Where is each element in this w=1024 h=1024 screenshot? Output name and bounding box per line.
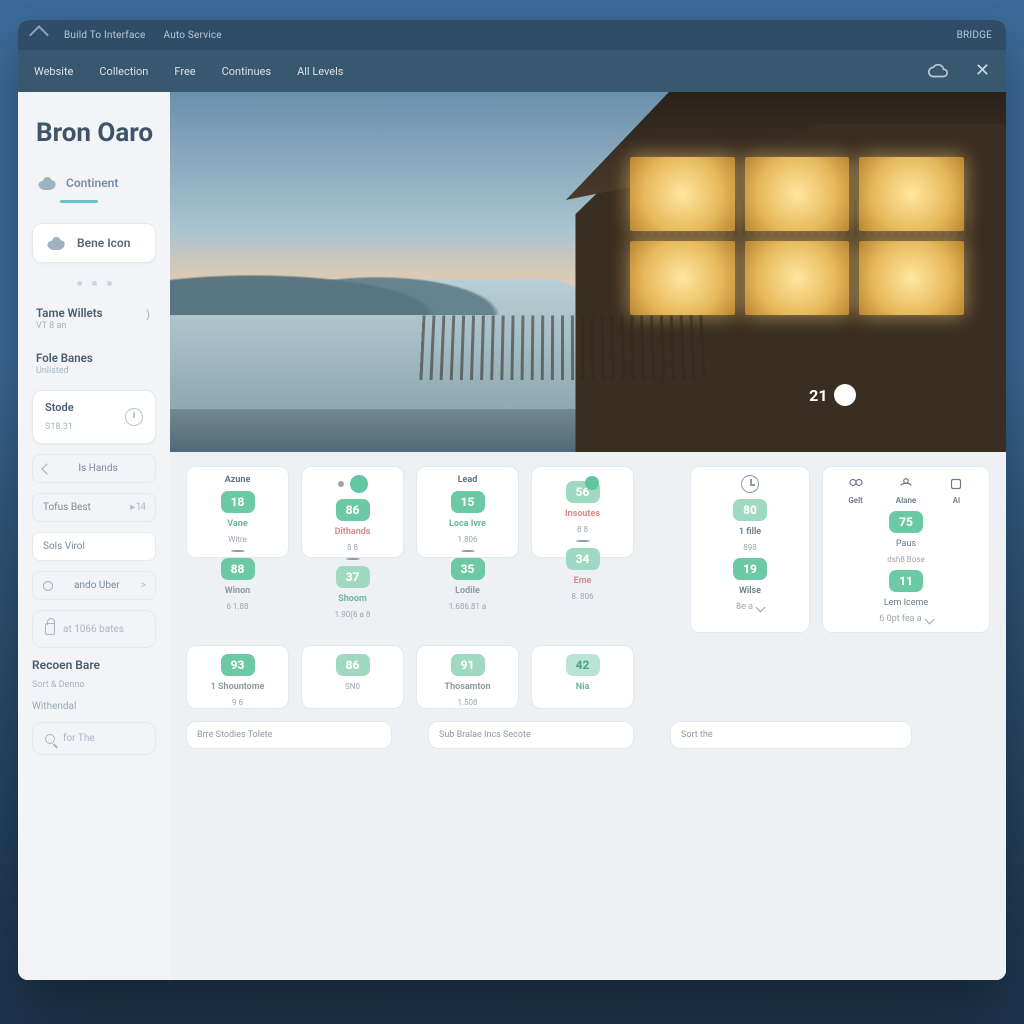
badge-e1: 80 bbox=[733, 499, 767, 521]
cloud-pill-icon bbox=[47, 236, 65, 250]
pager-dots bbox=[32, 281, 156, 286]
nav-item-free[interactable]: Free bbox=[174, 65, 195, 78]
breadcrumb-1[interactable]: Build To Interface bbox=[64, 30, 146, 41]
chevron-right-icon: ) bbox=[146, 308, 150, 321]
sidebar-sublabel: Withendal bbox=[32, 701, 156, 712]
sidebar-row-4[interactable]: ando Uber > bbox=[32, 571, 156, 600]
footer-search-3[interactable]: Sort the bbox=[670, 721, 912, 749]
sidebar-search[interactable]: for The bbox=[32, 722, 156, 755]
hero-badge-icon bbox=[834, 384, 856, 406]
card-e[interactable]: 80 1 fille 898 19 Wilse 8e a bbox=[690, 466, 810, 633]
icon-al[interactable]: Al bbox=[947, 475, 965, 505]
card-d[interactable]: 56 Insoutes 8 8 34 Eme 8. 806 bbox=[531, 466, 634, 558]
hero-badge: 21 bbox=[809, 384, 855, 406]
navbar: Website Collection Free Continues All Le… bbox=[18, 50, 1006, 92]
clock-icon bbox=[741, 475, 759, 493]
footer-search-2[interactable]: Sub Bralae Incs Secote bbox=[428, 721, 634, 749]
cloud-mini-icon bbox=[346, 558, 360, 560]
badge-d2: 34 bbox=[566, 548, 600, 570]
badge-f1: 75 bbox=[889, 511, 923, 533]
app-window: Build To Interface Auto Service BRIDGE W… bbox=[18, 20, 1006, 980]
card-c3[interactable]: 91 Thosamton 1.508 bbox=[416, 645, 519, 709]
nav-item-continues[interactable]: Continues bbox=[222, 65, 271, 78]
card-a[interactable]: Azune 18 Vane Witre 88 Winon 6 1.88 bbox=[186, 466, 289, 558]
cloud-small-icon bbox=[38, 176, 56, 190]
sidebar-locked-input[interactable]: at 1066 bates bbox=[32, 610, 156, 648]
sidebar-heading: Recoen Bare Sort & Denno bbox=[32, 658, 156, 691]
badge-e2: 19 bbox=[733, 558, 767, 580]
icon-alane[interactable]: Alane bbox=[896, 475, 917, 505]
sidebar-item-1[interactable]: Tame Willets VT 8 an ) bbox=[32, 300, 156, 335]
badge-a2: 88 bbox=[221, 558, 255, 580]
search-icon bbox=[45, 734, 55, 744]
card-c[interactable]: Lead 15 Loca Ivre 1.806 35 Lodile 1.686.… bbox=[416, 466, 519, 558]
card-f[interactable]: Gelt Alane Al 75 Paus dsh8 Bose 11 Lem I… bbox=[822, 466, 990, 633]
card-d3[interactable]: 42 Nia bbox=[531, 645, 634, 709]
chevron-left-icon bbox=[41, 463, 52, 474]
cloud-mini-icon2 bbox=[461, 550, 475, 552]
badge-c1: 15 bbox=[451, 491, 485, 513]
cloud-mini-icon3 bbox=[576, 540, 590, 542]
sidebar-row-2[interactable]: Tofus Best ▸ 14 bbox=[32, 493, 156, 522]
power-icon[interactable] bbox=[125, 408, 143, 426]
nav-item-all-levels[interactable]: All Levels bbox=[297, 65, 343, 78]
card-a3[interactable]: 93 1 Shountome 9 6 bbox=[186, 645, 289, 709]
lock-icon bbox=[45, 623, 55, 635]
close-icon[interactable]: ✕ bbox=[975, 62, 990, 80]
sidebar-row-3[interactable]: Sols Virol bbox=[32, 532, 156, 561]
content: Bron Oaro Continent Bene Icon Tame Wille… bbox=[18, 92, 1006, 980]
dashboard: Azune 18 Vane Witre 88 Winon 6 1.88 86 D… bbox=[170, 452, 1006, 980]
hero-badge-value: 21 bbox=[809, 386, 827, 405]
status-dot-icon bbox=[350, 475, 368, 493]
radio-icon bbox=[43, 581, 53, 591]
sidebar-pill-primary[interactable]: Bene Icon bbox=[32, 223, 156, 263]
titlebar-right-label: BRIDGE bbox=[957, 30, 992, 41]
sidebar: Bron Oaro Continent Bene Icon Tame Wille… bbox=[18, 92, 170, 980]
icon-gelt[interactable]: Gelt bbox=[847, 475, 865, 505]
sidebar-tab-label: Continent bbox=[66, 176, 118, 190]
card-b3[interactable]: 86 SN0 bbox=[301, 645, 404, 709]
footer-search-1[interactable]: Brre Stodies Tolete bbox=[186, 721, 392, 749]
nav-item-website[interactable]: Website bbox=[34, 65, 73, 78]
main: 21 Azune 18 Vane Witre 88 Winon bbox=[170, 92, 1006, 980]
badge-a1: 18 bbox=[221, 491, 255, 513]
badge-f2: 11 bbox=[889, 570, 923, 592]
badge-b2: 37 bbox=[336, 566, 370, 588]
sidebar-card-stode[interactable]: Stode S18.31 bbox=[32, 390, 156, 444]
sidebar-pill-label: Bene Icon bbox=[77, 236, 130, 250]
badge-c2: 35 bbox=[451, 558, 485, 580]
sidebar-item-2[interactable]: Fole Banes Unlisted bbox=[32, 345, 156, 380]
page-title: Bron Oaro bbox=[36, 118, 156, 148]
chevron-down-icon bbox=[231, 550, 245, 552]
cloud-icon[interactable] bbox=[927, 60, 949, 82]
sidebar-tab-continent[interactable]: Continent bbox=[32, 172, 156, 194]
titlebar: Build To Interface Auto Service BRIDGE bbox=[18, 20, 1006, 50]
sidebar-row-nav[interactable]: Is Hands bbox=[32, 454, 156, 483]
tab-underline bbox=[60, 200, 98, 203]
chevron-up-icon[interactable] bbox=[29, 25, 49, 45]
card-b[interactable]: 86 Dithands 8 8 37 Shoom 1.90(6 a 8 bbox=[301, 466, 404, 558]
nav-item-collection[interactable]: Collection bbox=[99, 65, 148, 78]
breadcrumb-2[interactable]: Auto Service bbox=[164, 30, 222, 41]
hero-image: 21 bbox=[170, 92, 1006, 452]
badge-b1: 86 bbox=[336, 499, 370, 521]
